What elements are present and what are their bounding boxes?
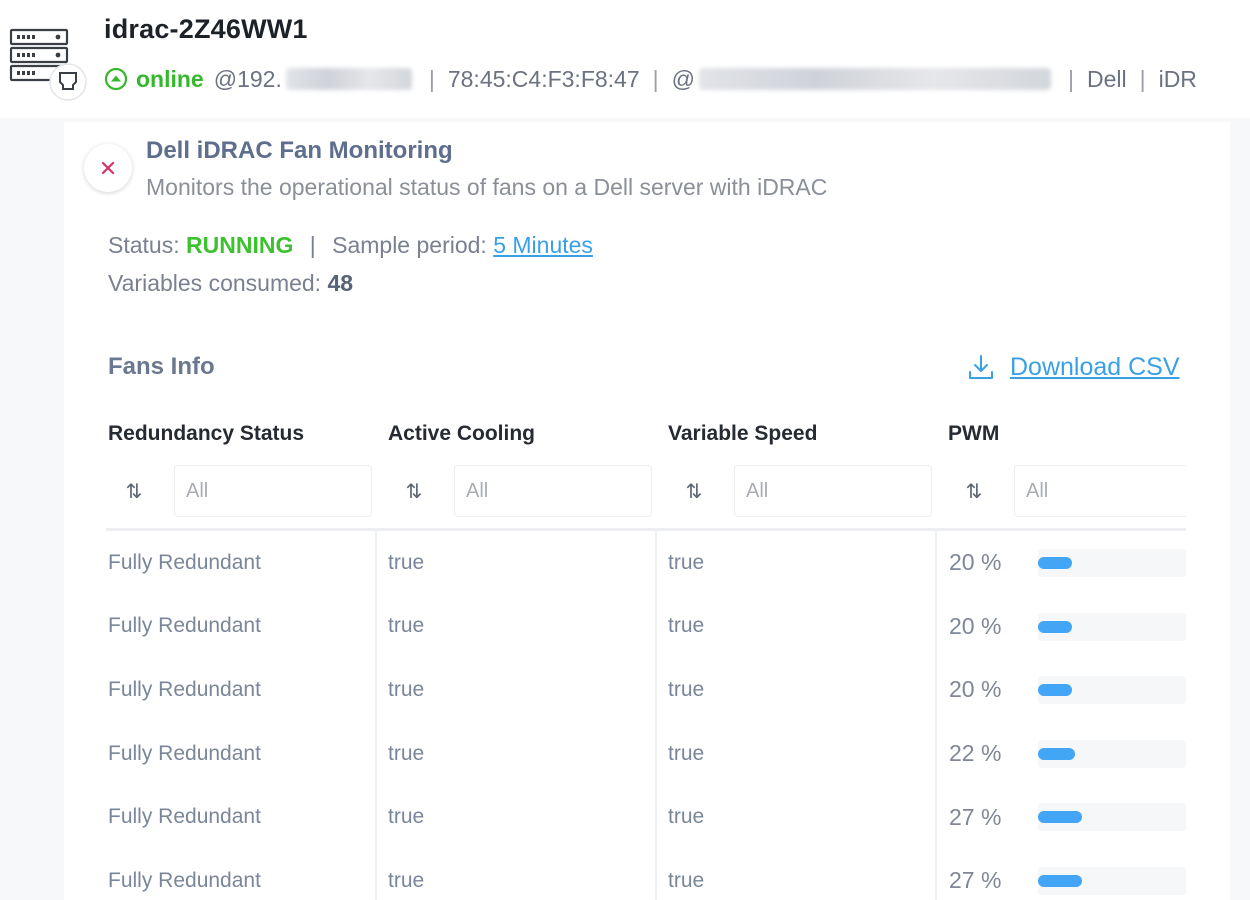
cell-variable-speed: true	[668, 741, 705, 765]
cell-active-cooling: true	[388, 741, 425, 765]
table-header: Redundancy Status Active Cooling Variabl…	[106, 410, 1186, 531]
download-csv-link[interactable]: Download CSV	[966, 352, 1180, 382]
download-icon	[969, 355, 993, 379]
sort-icon[interactable]: ⇅	[394, 479, 434, 504]
cell-redundancy: Fully Redundant	[108, 550, 261, 574]
variables-line: Variables consumed: 48	[108, 270, 353, 297]
cell-variable-speed: true	[668, 677, 705, 701]
monitor-description: Monitors the operational status of fans …	[146, 174, 828, 200]
online-status: online	[136, 65, 204, 92]
sort-icon[interactable]: ⇅	[954, 479, 994, 504]
filter-input-pwm[interactable]	[1014, 465, 1186, 517]
monitor-title: Dell iDRAC Fan Monitoring	[146, 137, 453, 164]
cell-redundancy: Fully Redundant	[108, 677, 261, 701]
sort-icon[interactable]: ⇅	[114, 479, 154, 504]
column-header-variable-speed[interactable]: Variable Speed	[668, 422, 817, 446]
fans-table: Redundancy Status Active Cooling Variabl…	[106, 410, 1186, 900]
device-model: iDR	[1158, 65, 1197, 92]
column-header-redundancy[interactable]: Redundancy Status	[108, 422, 304, 446]
close-icon	[101, 161, 115, 175]
separator: |	[1139, 65, 1146, 92]
cell-pwm: 22 %	[949, 740, 1002, 767]
download-csv-label: Download CSV	[1010, 352, 1180, 381]
table-row[interactable]: Fully Redundant true true 20 %	[106, 531, 1186, 595]
pwm-bar-fill	[1038, 811, 1082, 824]
cell-pwm: 20 %	[949, 549, 1002, 576]
device-ip: @192.	[213, 65, 282, 92]
redacted-ip	[285, 68, 412, 90]
device-title: idrac-2Z46WW1	[104, 14, 308, 44]
cell-variable-speed: true	[668, 614, 705, 638]
cell-active-cooling: true	[388, 614, 425, 638]
server-rack-icon	[8, 26, 92, 102]
sample-period-label: Sample period:	[332, 232, 487, 258]
column-header-pwm[interactable]: PWM	[948, 422, 999, 446]
filter-input-active-cooling[interactable]	[454, 465, 652, 517]
device-header: idrac-2Z46WW1 online @192. | 78:45:C4:F3…	[0, 0, 1250, 118]
column-header-active-cooling[interactable]: Active Cooling	[388, 422, 535, 446]
device-meta: online @192. | 78:45:C4:F3:F8:47 | @ | D…	[104, 63, 1197, 95]
table-row[interactable]: Fully Redundant true true 20 %	[106, 658, 1186, 722]
table-body: Fully Redundant true true 20 % Fully Red…	[106, 531, 1186, 900]
cell-redundancy: Fully Redundant	[108, 741, 261, 765]
table-row[interactable]: Fully Redundant true true 20 %	[106, 595, 1186, 659]
pwm-bar-fill	[1038, 747, 1075, 760]
cell-pwm: 27 %	[949, 803, 1002, 830]
filter-input-variable-speed[interactable]	[734, 465, 932, 517]
cell-redundancy: Fully Redundant	[108, 868, 261, 892]
cell-redundancy: Fully Redundant	[108, 805, 261, 829]
sort-icon[interactable]: ⇅	[674, 479, 714, 504]
separator: |	[652, 65, 659, 92]
device-host: @	[671, 65, 695, 92]
status-line: Status: RUNNING | Sample period: 5 Minut…	[108, 232, 593, 259]
variables-label: Variables consumed:	[108, 270, 322, 296]
cell-pwm: 20 %	[949, 676, 1002, 703]
cell-active-cooling: true	[388, 677, 425, 701]
device-vendor: Dell	[1086, 65, 1127, 92]
filter-active-cooling: ⇅	[394, 465, 652, 517]
sample-period-link[interactable]: 5 Minutes	[493, 232, 593, 258]
cell-variable-speed: true	[668, 550, 705, 574]
table-row[interactable]: Fully Redundant true true 27 %	[106, 785, 1186, 849]
fans-info-title: Fans Info	[108, 353, 215, 380]
status-value: RUNNING	[186, 232, 294, 258]
close-button[interactable]	[84, 144, 132, 192]
cell-variable-speed: true	[668, 805, 705, 829]
cell-active-cooling: true	[388, 805, 425, 829]
status-label: Status:	[108, 232, 180, 258]
redacted-host	[698, 68, 1051, 90]
pwm-bar-fill	[1038, 557, 1072, 569]
cell-pwm: 27 %	[949, 867, 1002, 894]
table-row[interactable]: Fully Redundant true true 27 %	[106, 849, 1186, 900]
cell-redundancy: Fully Redundant	[108, 614, 261, 638]
pwm-bar-fill	[1038, 684, 1072, 697]
cell-pwm: 20 %	[949, 612, 1002, 639]
filter-variable-speed: ⇅	[674, 465, 932, 517]
table-row[interactable]: Fully Redundant true true 22 %	[106, 722, 1186, 786]
cell-variable-speed: true	[668, 868, 705, 892]
cell-active-cooling: true	[388, 868, 425, 892]
variables-value: 48	[327, 270, 354, 296]
separator: |	[428, 65, 435, 92]
filter-redundancy: ⇅	[114, 465, 372, 517]
pwm-bar-fill	[1038, 620, 1072, 633]
online-arrow-icon	[104, 67, 128, 91]
separator: |	[309, 232, 316, 258]
device-mac: 78:45:C4:F3:F8:47	[447, 65, 640, 92]
cell-active-cooling: true	[388, 550, 425, 574]
filter-pwm: ⇅	[954, 465, 1186, 517]
filter-input-redundancy[interactable]	[174, 465, 372, 517]
pwm-bar-fill	[1038, 874, 1082, 887]
separator: |	[1067, 65, 1074, 92]
